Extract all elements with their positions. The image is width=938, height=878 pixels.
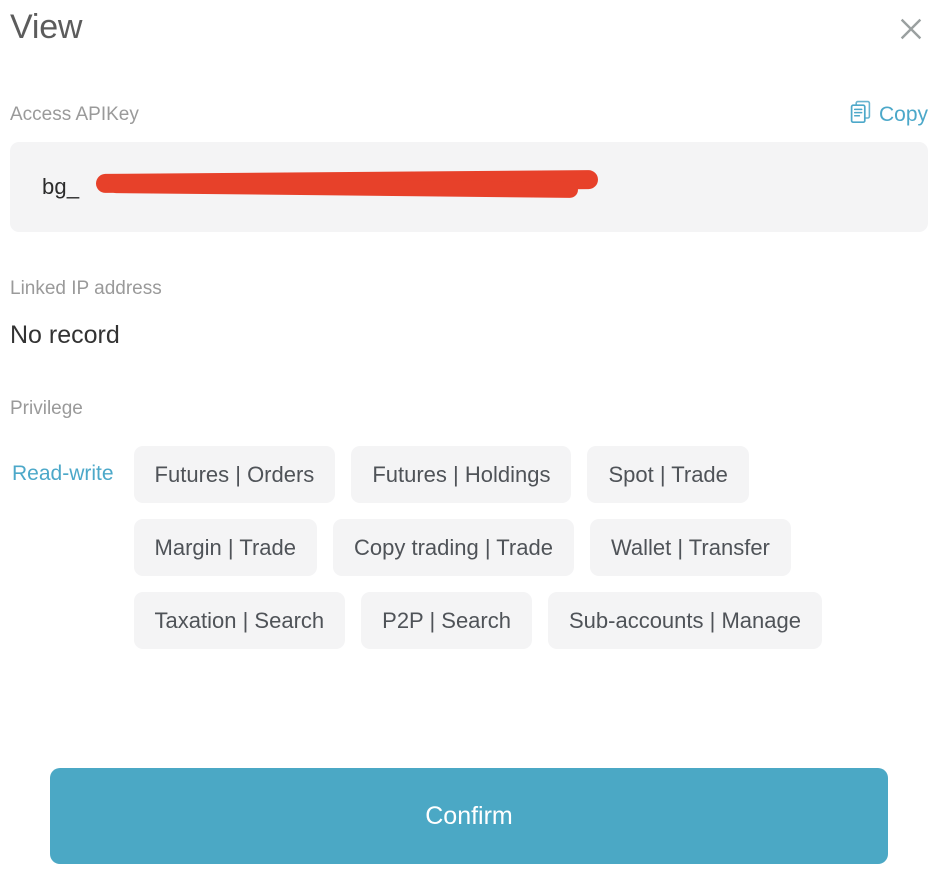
dialog-footer: Confirm bbox=[50, 768, 888, 864]
linked-ip-section: Linked IP address No record bbox=[10, 276, 928, 350]
privilege-tag: Copy trading | Trade bbox=[333, 519, 574, 576]
privilege-tag: Futures | Orders bbox=[133, 446, 336, 503]
copy-documents-icon bbox=[850, 100, 872, 131]
apikey-label: Access APIKey bbox=[10, 104, 139, 125]
privilege-mode: Read-write bbox=[12, 462, 114, 485]
privilege-tag: Taxation | Search bbox=[133, 592, 346, 649]
privilege-tag: P2P | Search bbox=[361, 592, 532, 649]
privilege-tag-list: Futures | Orders Futures | Holdings Spot… bbox=[133, 446, 902, 665]
privilege-tag: Sub-accounts | Manage bbox=[547, 592, 822, 649]
privilege-tag: Margin | Trade bbox=[133, 519, 317, 576]
view-apikey-dialog: View Access APIKey Copy bg_ Linked IP ad… bbox=[0, 0, 938, 878]
dialog-header: View bbox=[10, 0, 928, 72]
privilege-tag: Spot | Trade bbox=[587, 446, 749, 503]
linked-ip-label: Linked IP address bbox=[10, 278, 162, 299]
linked-ip-value: No record bbox=[10, 321, 120, 349]
close-button[interactable] bbox=[894, 12, 928, 46]
privilege-tag: Wallet | Transfer bbox=[589, 519, 791, 576]
close-icon bbox=[899, 17, 923, 41]
apikey-value-field[interactable]: bg_ bbox=[10, 142, 928, 232]
privilege-section: Privilege Read-write Futures | Orders Fu… bbox=[10, 396, 928, 665]
privilege-label: Privilege bbox=[10, 398, 83, 419]
apikey-label-row: Access APIKey Copy bbox=[10, 100, 928, 131]
privilege-tag: Futures | Holdings bbox=[351, 446, 572, 503]
page-title: View bbox=[10, 8, 83, 46]
confirm-button[interactable]: Confirm bbox=[50, 768, 888, 864]
apikey-section: Access APIKey Copy bg_ bbox=[10, 100, 928, 232]
privilege-body: Read-write Futures | Orders Futures | Ho… bbox=[10, 446, 928, 665]
copy-button-label: Copy bbox=[878, 103, 928, 126]
copy-button[interactable]: Copy bbox=[850, 100, 928, 131]
apikey-value-text: bg_ bbox=[42, 174, 80, 199]
